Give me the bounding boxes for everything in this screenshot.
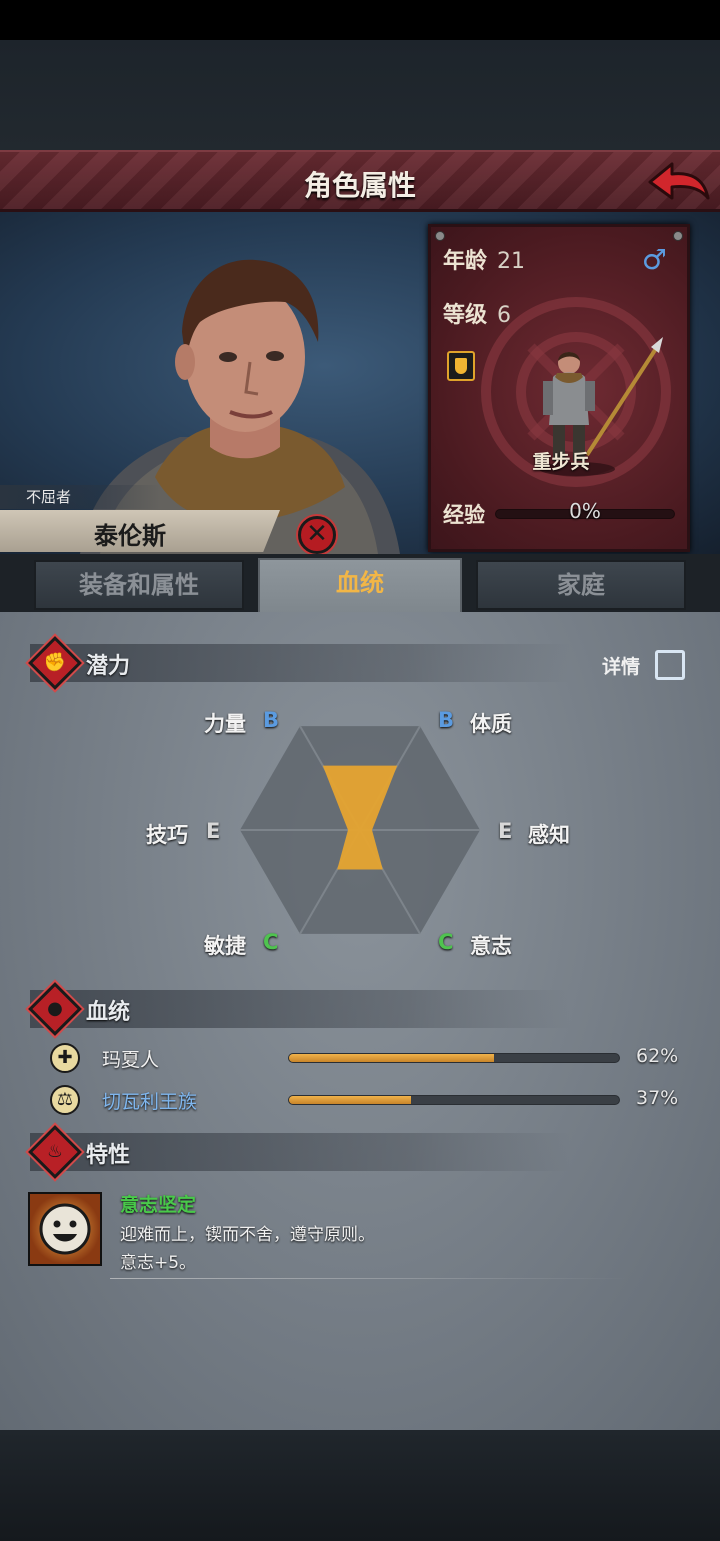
- potential-header: ✊ 潜力: [28, 636, 570, 690]
- attr-perception-grade: E: [498, 819, 513, 843]
- tab-family[interactable]: 家庭: [476, 560, 686, 610]
- lineage-name: 切瓦利王族: [102, 1091, 198, 1113]
- exp-label: 经验: [443, 503, 485, 527]
- character-name: 泰伦斯: [94, 522, 166, 550]
- muscle-arm-icon: ✊: [43, 652, 67, 673]
- title-bar: 角色属性: [0, 150, 720, 212]
- tab-lineage[interactable]: 血统: [258, 558, 462, 614]
- name-plate: 泰伦斯: [0, 510, 280, 552]
- lineage-bar: [288, 1053, 620, 1063]
- attr-willpower-label: 意志: [470, 934, 512, 958]
- lineage-header: ● 血统: [28, 982, 570, 1036]
- attr-willpower-grade: C: [438, 930, 454, 954]
- cross-shield-icon: ✚: [50, 1043, 80, 1073]
- age-row: 年龄 21: [443, 243, 525, 275]
- attr-perception-label: 感知: [528, 823, 570, 847]
- traits-title: 特性: [86, 1143, 131, 1168]
- class-name: 重步兵: [532, 451, 590, 473]
- lineage-title: 血统: [86, 1000, 131, 1025]
- status-bar: [0, 0, 720, 40]
- flame-icon: ♨: [46, 1141, 64, 1162]
- age-label: 年龄: [443, 249, 488, 274]
- bottom-backdrop: [0, 1430, 720, 1541]
- lineage-name: 玛夏人: [102, 1049, 160, 1071]
- lineage-percent: 62%: [636, 1045, 679, 1067]
- traits-header: ♨ 特性: [28, 1125, 570, 1179]
- lineage-bar-fill: [289, 1096, 412, 1104]
- close-x-icon: ✕: [306, 519, 328, 549]
- trait-divider: [110, 1278, 630, 1279]
- attr-agility-label: 敏捷: [204, 934, 246, 958]
- card-bolt: [673, 231, 683, 241]
- details-label: 详情: [602, 656, 641, 678]
- attr-strength-label: 力量: [204, 712, 246, 736]
- lineage-bar: [288, 1095, 620, 1105]
- lineage-row[interactable]: ✚ 玛夏人 62%: [50, 1043, 690, 1073]
- lineage-percent: 37%: [636, 1087, 679, 1109]
- attr-constitution-label: 体质: [470, 712, 512, 736]
- attr-constitution-grade: B: [438, 708, 455, 732]
- lineage-bar-fill: [289, 1054, 494, 1062]
- character-epithet: 不屈者: [0, 485, 160, 509]
- smiling-face-icon[interactable]: [28, 1192, 102, 1266]
- level-value: 6: [497, 303, 512, 328]
- info-card: 年龄 21 ♂ 等级 6 重步兵 经验 0%: [428, 224, 690, 552]
- back-button[interactable]: [646, 158, 712, 208]
- top-backdrop: [0, 40, 720, 150]
- male-gender-icon: ♂: [641, 243, 667, 276]
- dismiss-button[interactable]: ✕: [298, 516, 336, 554]
- blood-drop-icon: ●: [47, 998, 63, 1019]
- age-value: 21: [497, 249, 526, 274]
- attr-skill-grade: E: [206, 819, 221, 843]
- shield-class-icon[interactable]: [447, 351, 475, 381]
- back-arrow-icon: [648, 162, 710, 200]
- potential-title: 潜力: [86, 654, 131, 679]
- scales-icon: ⚖: [50, 1085, 80, 1115]
- card-bolt: [435, 231, 445, 241]
- attr-strength-grade: B: [263, 708, 280, 732]
- page-title: 角色属性: [303, 169, 416, 202]
- attr-agility-grade: C: [263, 930, 279, 954]
- attr-skill-label: 技巧: [146, 823, 188, 847]
- level-label: 等级: [443, 303, 488, 328]
- exp-percent: 0%: [569, 499, 601, 523]
- lineage-row[interactable]: ⚖ 切瓦利王族 37%: [50, 1085, 690, 1115]
- tab-equipment-attributes[interactable]: 装备和属性: [34, 560, 244, 610]
- experience-row: 经验 0%: [443, 499, 683, 529]
- trait-smile-art: [30, 1194, 100, 1264]
- trait-description: 迎难而上，锲而不舍，遵守原则。: [120, 1225, 375, 1245]
- level-row: 等级 6: [443, 297, 511, 329]
- details-checkbox[interactable]: [655, 650, 685, 680]
- trait-name: 意志坚定: [120, 1194, 197, 1216]
- trait-effect: 意志+5。: [120, 1253, 197, 1273]
- tab-bar: 装备和属性 血统 家庭: [0, 554, 720, 614]
